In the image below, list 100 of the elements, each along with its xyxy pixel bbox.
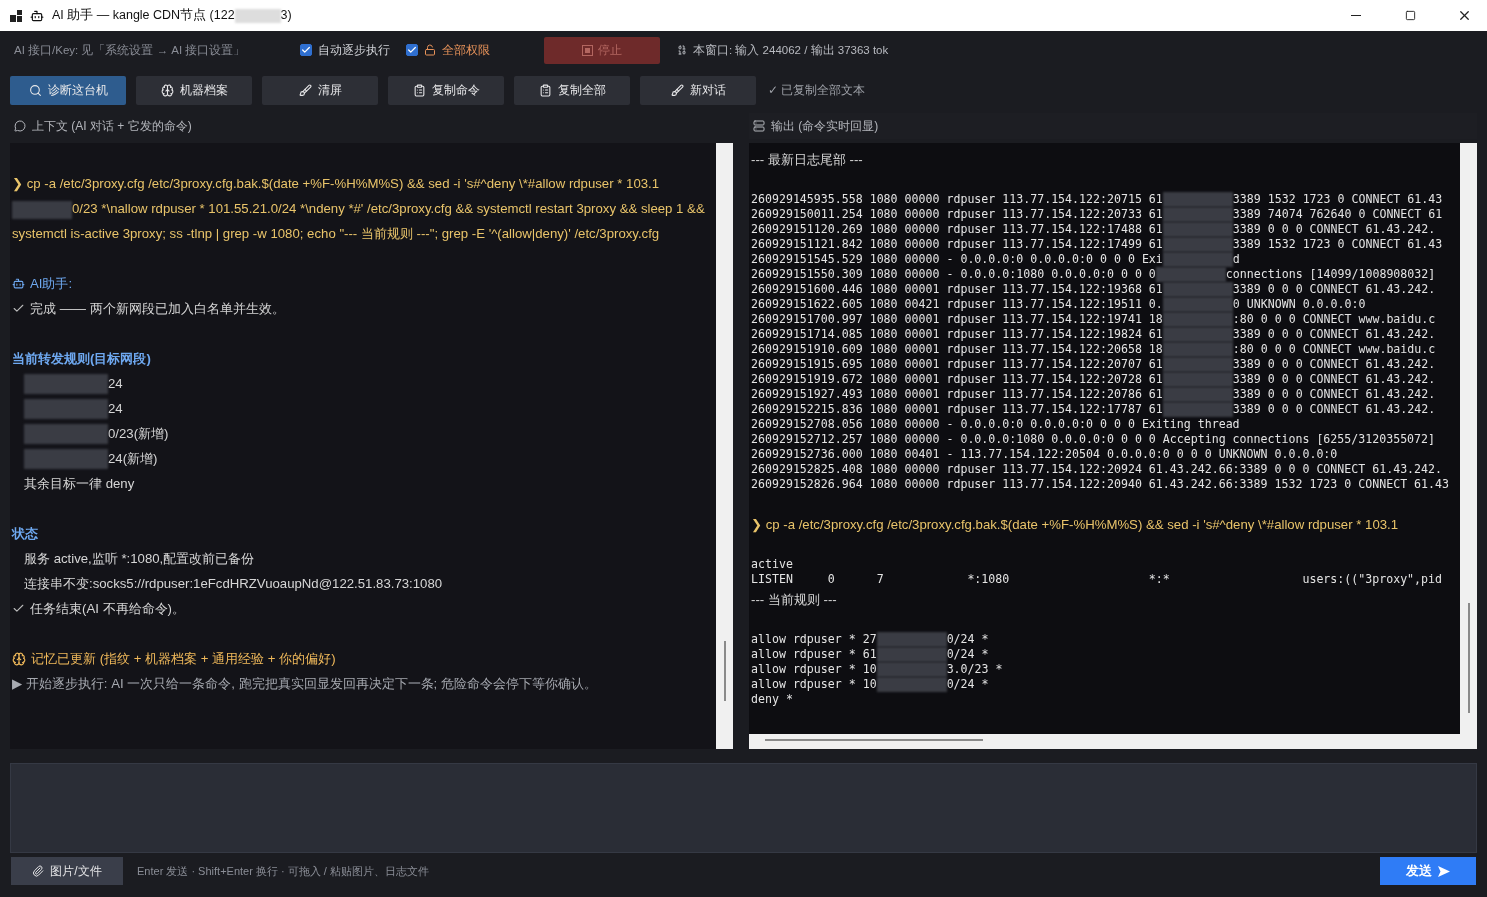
- maximize-icon: [1404, 10, 1416, 21]
- text-line: AI助手:: [30, 275, 73, 293]
- text-line: 3389 1532 1723 0 CONNECT 61.43: [1232, 237, 1443, 252]
- blurred-text: [876, 632, 947, 647]
- text-line: LISTEN 0 7 *:1080 *:* users:(("3proxy",pid: [751, 572, 1443, 587]
- copy-status: ✓ 已复制全部文本: [768, 81, 866, 99]
- horizontal-scrollbar[interactable]: [749, 734, 1477, 749]
- text-line: 状态: [12, 525, 38, 543]
- toolbar-button[interactable]: 复制全部: [514, 75, 630, 105]
- command-text: ❯ cp -a /etc/3proxy.cfg /etc/3proxy.cfg.bak.$(date +%F-%H%M%S) && sed -i 's#^deny \*#allow rdpuser * 103.1 0/23 *\nallow rdpuser * 101.55.21.0/24 *\ndeny *#' /etc/3proxy.cfg && systemctl restart 3proxy && sleep 1 && systemctl is-active 3proxy; ss -tlnp | grep -w 1080; echo "--- 当前规则 ---"; grep -E '^(allow|deny)' /etc/3proxy.cfg: [12, 175, 706, 243]
- text-line: connections [14099/1008908032]: [1225, 267, 1436, 282]
- toolbar-button[interactable]: 复制命令: [388, 75, 504, 105]
- text-line: 260929152826.964 1080 00000 rdpuser 113.77.154.122:20940 61.43.242.66:3389 1532 1723 0 CONNECT 61.43: [751, 477, 1449, 492]
- panel-title: 输出 (命令实时回显): [771, 117, 879, 135]
- blurred-text: [1162, 312, 1233, 327]
- brain-icon: [12, 651, 26, 666]
- blurred-text: [876, 677, 947, 692]
- text-line: 3.0/23 *: [946, 662, 1003, 677]
- brush-icon: [670, 83, 684, 97]
- text-line: 260929151550.309 1080 00000 - 0.0.0.0:1080 0.0.0.0:0 0 0 0: [751, 267, 1156, 282]
- text-line: 0 UNKNOWN 0.0.0.0:0: [1232, 297, 1366, 312]
- minimize-icon: [1351, 15, 1361, 16]
- text-line: 服务 active,监听 *:1080,配置改前已备份: [24, 550, 255, 568]
- text-line: 0/24 *: [946, 632, 989, 647]
- text-line: :80 0 0 0 CONNECT www.baidu.c: [1232, 312, 1436, 327]
- text-line: 260929152825.408 1080 00000 rdpuser 113.77.154.122:20924 61.43.242.66:3389 0 0 0 CONNECT 61.43.242.: [751, 462, 1443, 477]
- checkbox[interactable]: [406, 44, 418, 56]
- brain-icon: [160, 83, 174, 97]
- text-line: 260929151700.997 1080 00001 rdpuser 113.77.154.122:19741 18: [751, 312, 1163, 327]
- text-line: 260929150011.254 1080 00000 rdpuser 113.77.154.122:20733 61: [751, 207, 1163, 222]
- text-line: 3389 0 0 0 CONNECT 61.43.242.: [1232, 387, 1436, 402]
- blurred-text: [234, 8, 281, 23]
- server-icon: [753, 120, 765, 132]
- blurred-text: [876, 662, 947, 677]
- blurred-text: [1162, 207, 1233, 222]
- app-icon: [10, 9, 22, 22]
- text-line: active: [751, 557, 793, 572]
- toolbar-button[interactable]: 清屏: [262, 75, 378, 105]
- blurred-text: [1162, 282, 1233, 297]
- clipboard-icon: [412, 83, 426, 97]
- scrollbar[interactable]: [716, 143, 733, 749]
- blurred-text: [1162, 237, 1233, 252]
- toolbar-button[interactable]: 诊断这台机: [10, 75, 126, 105]
- blurred-text: [1162, 192, 1233, 207]
- text-line: 3389 0 0 0 CONNECT 61.43.242.: [1232, 222, 1436, 237]
- blurred-text: [1162, 357, 1233, 372]
- send-button[interactable]: 发送: [1380, 857, 1476, 885]
- text-line: 260929151910.609 1080 00001 rdpuser 113.77.154.122:20658 18: [751, 342, 1163, 357]
- scrollbar[interactable]: [1460, 143, 1477, 734]
- text-line: 260929151600.446 1080 00001 rdpuser 113.77.154.122:19368 61: [751, 282, 1163, 297]
- blurred-text: [1162, 297, 1233, 312]
- text-line: allow rdpuser * 27: [751, 632, 877, 647]
- attach-button[interactable]: 图片/文件: [11, 857, 123, 885]
- check-icon: [12, 302, 25, 315]
- blurred-text: [1162, 387, 1233, 402]
- text-line: --- 最新日志尾部 ---: [751, 151, 863, 169]
- message-input[interactable]: [10, 763, 1477, 853]
- text-line: 3389 1532 1723 0 CONNECT 61.43: [1232, 192, 1443, 207]
- text-line: allow rdpuser * 10: [751, 677, 877, 692]
- token-usage: 本窗口: 输入 244062 / 输出 37363 tok: [693, 42, 889, 58]
- counter-icon: [676, 44, 688, 56]
- clipboard-icon: [538, 83, 552, 97]
- text-line: 260929151545.529 1080 00000 - 0.0.0.0:0 0.0.0.0:0 0 0 0 Exi: [751, 252, 1163, 267]
- text-line: 0/24 *: [946, 647, 989, 662]
- text-line: 3389 74074 762640 0 CONNECT 61: [1232, 207, 1443, 222]
- robot-icon: [12, 277, 25, 290]
- robot-icon: [30, 8, 44, 23]
- speech-bubble-icon: [14, 120, 26, 132]
- text-line: 260929151915.695 1080 00001 rdpuser 113.77.154.122:20707 61: [751, 357, 1163, 372]
- text-line: 260929151927.493 1080 00001 rdpuser 113.77.154.122:20786 61: [751, 387, 1163, 402]
- window-title: AI 助手 — kangle CDN节点 (122 3): [52, 7, 293, 24]
- text-line: 记忆已更新 (指纹 + 机器档案 + 通用经验 + 你的偏好): [31, 650, 336, 668]
- text-line: 完成 —— 两个新网段已加入白名单并生效。: [30, 300, 285, 318]
- text-line: 3389 0 0 0 CONNECT 61.43.242.: [1232, 357, 1436, 372]
- option-label: 全部权限: [442, 42, 490, 58]
- text-line: 连接串不变:socks5://rdpuser:1eFcdHRZVuoaupNd@122.51.83.73:1080: [24, 575, 443, 593]
- text-line: 260929152215.836 1080 00001 rdpuser 113.77.154.122:17787 61: [751, 402, 1163, 417]
- text-line: d: [1232, 252, 1240, 267]
- text-line: 任务结束(AI 不再给命令)。: [30, 600, 185, 618]
- text-line: 24(新增): [108, 450, 158, 468]
- command-text: ❯ cp -a /etc/3proxy.cfg /etc/3proxy.cfg.bak.$(date +%F-%H%M%S) && sed -i 's#^deny \*#allow rdpuser * 103.1: [751, 516, 1400, 535]
- text-line: 24: [108, 400, 123, 418]
- input-hint: Enter 发送 · Shift+Enter 换行 · 可拖入 / 粘贴图片、日志文件: [137, 863, 430, 879]
- send-icon: [1438, 865, 1450, 877]
- toolbar-button[interactable]: 新对话: [640, 75, 756, 105]
- text-line: 260929151919.672 1080 00001 rdpuser 113.77.154.122:20728 61: [751, 372, 1163, 387]
- text-line: 260929151622.605 1080 00421 rdpuser 113.77.154.122:19511 0.: [751, 297, 1163, 312]
- text-line: 0/23(新增): [108, 425, 169, 443]
- text-line: 3389 0 0 0 CONNECT 61.43.242.: [1232, 402, 1436, 417]
- check-icon: [12, 602, 25, 615]
- api-key-note: AI 接口/Key: 见「系统设置 → AI 接口设置」: [14, 42, 247, 58]
- checkbox[interactable]: [300, 44, 312, 56]
- search-icon: [28, 83, 42, 97]
- toolbar-button[interactable]: 机器档案: [136, 75, 252, 105]
- text-line: 3389 0 0 0 CONNECT 61.43.242.: [1232, 327, 1436, 342]
- text-line: allow rdpuser * 61: [751, 647, 877, 662]
- text-line: 260929152736.000 1080 00401 - 113.77.154.122:20504 0.0.0.0:0 0 0 0 UNKNOWN 0.0.0.0:0: [751, 447, 1338, 462]
- text-line: 260929151120.269 1080 00000 rdpuser 113.77.154.122:17488 61: [751, 222, 1163, 237]
- text-line: deny *: [751, 692, 793, 707]
- blurred-text: [1162, 402, 1233, 417]
